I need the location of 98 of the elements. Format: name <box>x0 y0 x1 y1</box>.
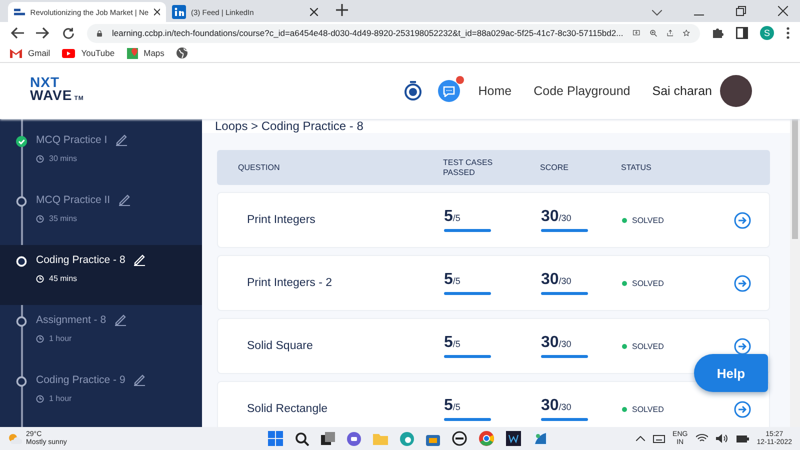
sidebar-item[interactable]: Coding Practice - 8 45 mins <box>0 245 202 305</box>
browser-icon[interactable] <box>400 432 414 446</box>
duration: 45 mins <box>49 274 78 283</box>
score: 30/30 <box>541 397 572 415</box>
reload-icon[interactable] <box>62 26 75 40</box>
user-name[interactable]: Sai charan <box>652 84 712 98</box>
clock-icon <box>36 334 44 342</box>
chat-bubble-icon <box>443 86 456 96</box>
score: 30/30 <box>541 208 572 226</box>
play-icon <box>62 48 76 58</box>
lesson-title: Assignment - 8 <box>36 314 106 326</box>
logo-icon <box>14 7 26 17</box>
bookmark-link[interactable]: YouTube <box>62 48 115 58</box>
chrome-icon[interactable] <box>479 431 494 446</box>
close-icon[interactable] <box>310 8 318 16</box>
question-title: Solid Rectangle <box>247 403 329 415</box>
question-row[interactable]: Print Integers 5/5 30/30 SOLVED <box>217 192 770 248</box>
test-cases-count: 5/5 <box>444 334 462 352</box>
linkedin-icon <box>172 5 186 19</box>
lock-icon <box>97 28 102 38</box>
app-icon[interactable] <box>506 431 521 446</box>
clock-icon <box>36 394 44 402</box>
mail-icon <box>10 48 22 58</box>
status-label: SOLVED <box>632 216 664 224</box>
nav-link[interactable]: Code Playground <box>534 84 630 98</box>
new-tab-icon[interactable] <box>336 4 348 16</box>
arrow-right-circle-icon[interactable] <box>734 338 751 354</box>
stopwatch-icon[interactable] <box>404 81 422 101</box>
column-header: STATUS <box>621 162 652 172</box>
question-title: Solid Square <box>247 340 314 352</box>
user-avatar[interactable] <box>720 75 752 107</box>
chat-icon[interactable] <box>347 432 361 446</box>
help-button[interactable]: Help <box>694 354 768 392</box>
sidebar-item[interactable]: MCQ Practice II 35 mins <box>0 185 202 245</box>
app-icon[interactable] <box>533 431 548 446</box>
clock-icon <box>36 154 44 162</box>
task-view-icon[interactable] <box>321 432 335 445</box>
question-title: Print Integers <box>247 214 316 226</box>
clock-icon <box>36 274 44 282</box>
more-icon[interactable] <box>786 27 790 39</box>
score: 30/30 <box>541 334 572 352</box>
puzzle-icon[interactable] <box>712 27 724 39</box>
side-panel-icon[interactable] <box>736 27 748 39</box>
arrow-right-circle-icon[interactable] <box>734 274 751 292</box>
address-bar[interactable]: learning.ccbp.in/tech-foundations/course?c_id=a6454e48-d030-4d49-8920-253198052232&t_id=88a029ac-5f25-41c7-8c30-57115bd2... <box>87 24 700 42</box>
clock-icon <box>36 214 44 222</box>
share-icon[interactable] <box>666 27 674 39</box>
duration: 1 hour <box>49 334 72 343</box>
lesson-title: MCQ Practice I <box>36 134 108 146</box>
lesson-title: Coding Practice - 9 <box>36 374 126 386</box>
arrow-right-circle-icon[interactable] <box>734 400 751 418</box>
restore-icon[interactable] <box>736 6 746 16</box>
chevron-up-icon[interactable] <box>636 436 645 441</box>
star-icon[interactable] <box>683 27 690 39</box>
bookmark-link[interactable]: Gmail <box>10 48 50 58</box>
lesson-title: MCQ Practice II <box>36 194 110 206</box>
arrow-right-circle-icon[interactable] <box>734 212 751 228</box>
sun-cloud-icon <box>8 432 22 444</box>
globe-icon[interactable] <box>176 47 188 59</box>
circle-logo-icon[interactable] <box>452 431 467 446</box>
column-header: TEST CASES PASSED <box>443 158 494 178</box>
close-icon[interactable] <box>154 8 160 16</box>
question-row[interactable]: Solid Rectangle 5/5 30/30 SOLVED <box>217 381 770 427</box>
map-pin-icon <box>126 48 138 58</box>
status-label: SOLVED <box>632 404 664 414</box>
windows-icon[interactable] <box>268 431 283 446</box>
status-label: SOLVED <box>632 278 664 288</box>
status-label: SOLVED <box>632 342 664 350</box>
test-cases-count: 5/5 <box>444 271 462 289</box>
battery-icon[interactable] <box>736 434 749 442</box>
question-row[interactable]: Print Integers - 2 5/5 30/30 SOLVED <box>217 255 770 311</box>
score: 30/30 <box>541 271 572 289</box>
close-icon[interactable] <box>778 6 788 16</box>
minimize-icon[interactable] <box>694 14 704 16</box>
keyboard-icon[interactable] <box>652 434 665 442</box>
duration: 30 mins <box>49 154 78 163</box>
nav-link[interactable]: Home <box>478 84 512 98</box>
lesson-title: Coding Practice - 8 <box>36 254 126 266</box>
duration: 35 mins <box>49 214 78 223</box>
sidebar-item[interactable]: Assignment - 8 1 hour <box>0 305 202 365</box>
question-title: Print Integers - 2 <box>247 277 334 289</box>
zoom-icon[interactable] <box>650 27 657 39</box>
wifi-icon[interactable] <box>696 434 708 443</box>
test-cases-count: 5/5 <box>444 397 462 415</box>
column-header: SCORE <box>540 162 570 172</box>
duration: 1 hour <box>49 394 72 403</box>
forward-arrow-icon[interactable] <box>36 27 50 39</box>
chevron-down-icon[interactable] <box>652 10 662 16</box>
speaker-icon[interactable] <box>716 434 728 443</box>
sidebar-item[interactable]: MCQ Practice I 30 mins <box>0 125 202 185</box>
search-icon[interactable] <box>295 432 309 446</box>
scrollbar-thumb[interactable] <box>792 119 798 239</box>
column-header: QUESTION <box>238 162 281 172</box>
bookmark-link[interactable]: Maps <box>126 48 164 58</box>
test-cases-count: 5/5 <box>444 208 462 226</box>
sidebar-item[interactable]: Coding Practice - 9 1 hour <box>0 365 202 425</box>
breadcrumb: Loops > Coding Practice - 8 <box>202 119 790 133</box>
back-arrow-icon[interactable] <box>10 27 24 39</box>
